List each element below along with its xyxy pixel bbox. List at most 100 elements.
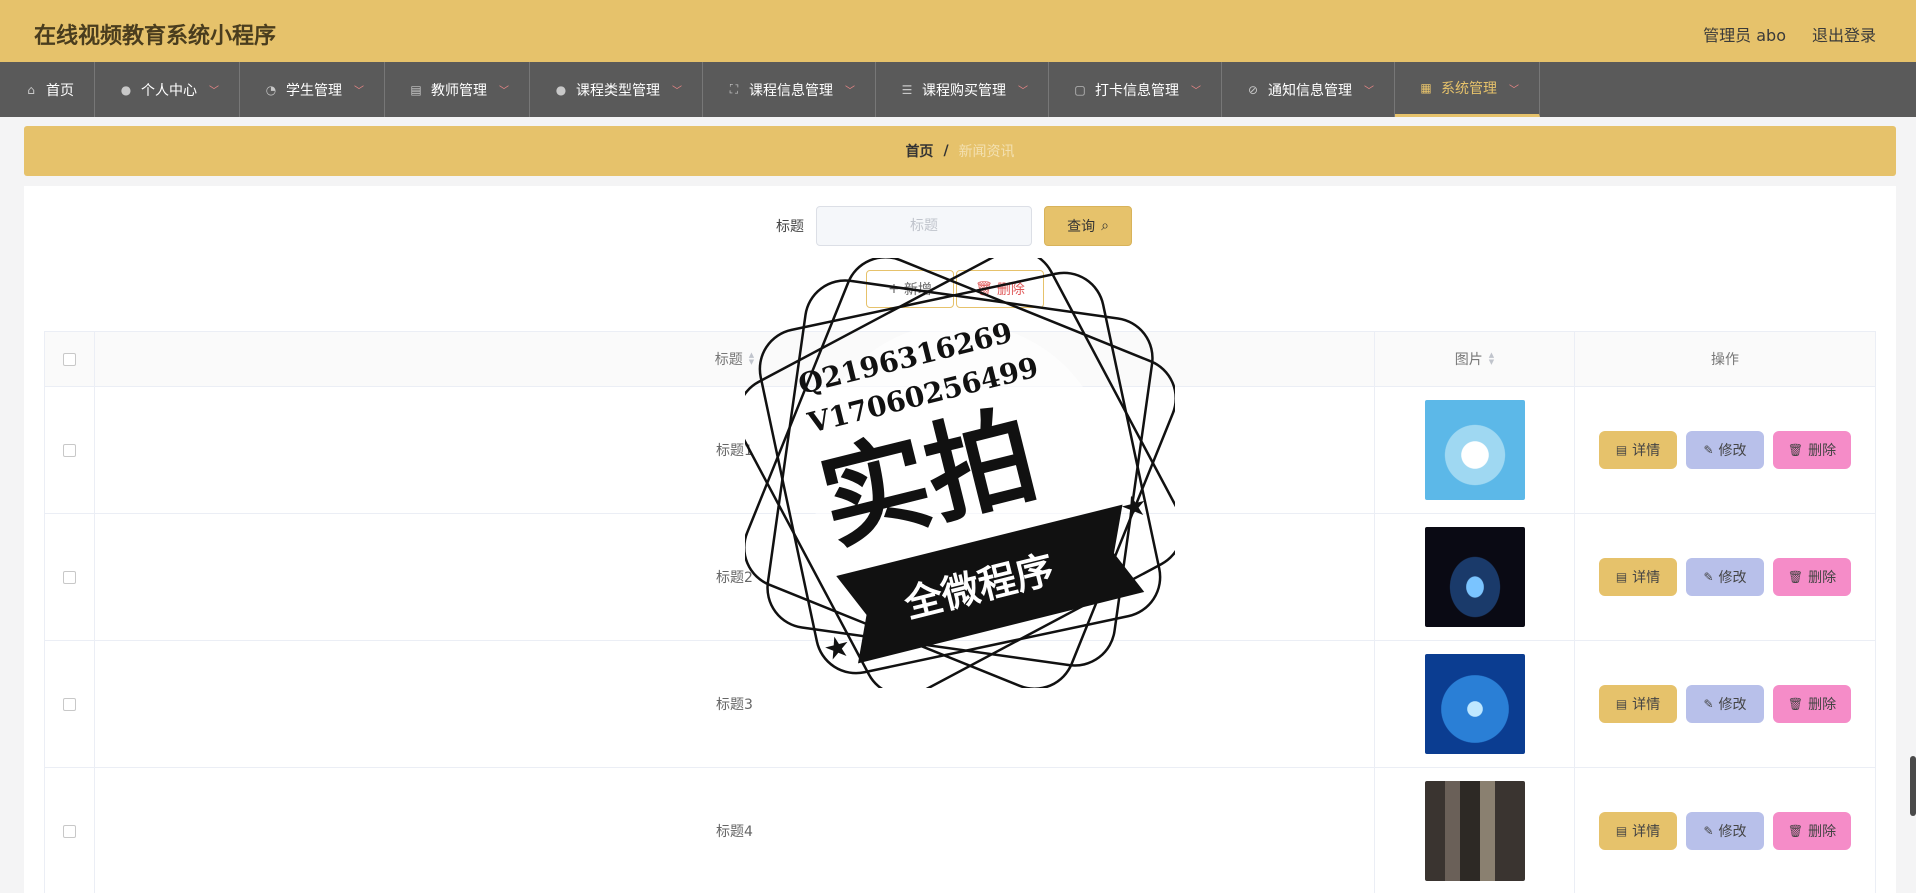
app-title: 在线视频教育系统小程序 xyxy=(34,24,277,49)
news-thumbnail[interactable] xyxy=(1424,400,1525,500)
row-select-cell xyxy=(45,387,95,513)
row-checkbox[interactable] xyxy=(63,443,76,457)
chevron-down-icon: ﹀ xyxy=(672,86,682,97)
edit-button[interactable]: ✎ 修改 xyxy=(1686,431,1764,469)
chevron-down-icon: ﹀ xyxy=(354,86,364,97)
delete-button[interactable]: 🗑 删除 xyxy=(1773,431,1851,469)
nav-item-home[interactable]: ⌂ 首页 xyxy=(0,62,95,117)
delete-button[interactable]: 🗑 删除 xyxy=(1773,812,1851,850)
trash-icon: 🗑 xyxy=(1787,443,1804,457)
chat-icon: ▢ xyxy=(1074,82,1086,97)
gauge-icon: ◔ xyxy=(265,82,277,97)
pencil-icon: ✎ xyxy=(1703,824,1714,838)
edit-button[interactable]: ✎ 修改 xyxy=(1686,558,1764,596)
header-title[interactable]: 标题 ▲ ▼ xyxy=(95,332,1375,386)
chevron-down-icon: ﹀ xyxy=(1364,86,1374,97)
page-scrollbar[interactable] xyxy=(1910,756,1916,816)
row-actions: ▤ 详情 ✎ 修改 🗑 删除 xyxy=(1575,514,1875,640)
pencil-icon: ✎ xyxy=(1703,697,1714,711)
edit-label: 修改 xyxy=(1718,824,1747,840)
chevron-down-icon: ﹀ xyxy=(1191,86,1201,97)
chevron-down-icon: ﹀ xyxy=(845,86,855,97)
trash-icon: 🗑 xyxy=(1787,570,1804,584)
main-nav: ⌂ 首页 ● 个人中心 ﹀ ◔ 学生管理 ﹀ ▤ 教师管理 ﹀ ● 课程类型管理… xyxy=(0,62,1916,117)
table-row: 标题1 ▤ 详情 ✎ 修改 🗑 删除 xyxy=(45,387,1875,514)
news-thumbnail[interactable] xyxy=(1424,781,1525,881)
nav-item-notices[interactable]: ⊘ 通知信息管理 ﹀ xyxy=(1222,62,1395,117)
delete-button[interactable]: 🗑 删除 xyxy=(1773,685,1851,723)
detail-button[interactable]: ▤ 详情 xyxy=(1599,685,1677,723)
header-image-label: 图片 xyxy=(1454,352,1483,368)
nav-item-courses[interactable]: ⛶ 课程信息管理 ﹀ xyxy=(703,62,876,117)
nav-item-profile[interactable]: ● 个人中心 ﹀ xyxy=(95,62,240,117)
row-image-cell xyxy=(1375,387,1575,513)
bulk-actions: + 新增 🗑 删除 xyxy=(866,270,1044,308)
breadcrumb-home[interactable]: 首页 xyxy=(905,141,933,161)
row-checkbox[interactable] xyxy=(63,697,76,711)
bell-off-icon: ⊘ xyxy=(1247,82,1259,97)
detail-label: 详情 xyxy=(1632,824,1661,840)
document-icon: ▤ xyxy=(1615,570,1628,584)
nav-item-teachers[interactable]: ▤ 教师管理 ﹀ xyxy=(385,62,530,117)
row-title: 标题2 xyxy=(95,514,1375,640)
row-select-cell xyxy=(45,514,95,640)
detail-label: 详情 xyxy=(1632,570,1661,586)
delete-button[interactable]: 🗑 删除 xyxy=(1773,558,1851,596)
detail-button[interactable]: ▤ 详情 xyxy=(1599,558,1677,596)
search-icon: ⌕ xyxy=(1101,218,1109,234)
row-image-cell xyxy=(1375,768,1575,893)
nav-item-course-types[interactable]: ● 课程类型管理 ﹀ xyxy=(530,62,703,117)
edit-button[interactable]: ✎ 修改 xyxy=(1686,812,1764,850)
header-ops: 操作 xyxy=(1575,332,1875,386)
nav-label: 课程类型管理 xyxy=(576,82,660,99)
pencil-icon: ✎ xyxy=(1703,443,1714,457)
detail-button[interactable]: ▤ 详情 xyxy=(1599,812,1677,850)
nav-label: 通知信息管理 xyxy=(1268,82,1352,99)
nav-label: 个人中心 xyxy=(141,82,197,99)
delete-label: 删除 xyxy=(996,282,1025,298)
edit-label: 修改 xyxy=(1718,443,1747,459)
news-thumbnail[interactable] xyxy=(1424,527,1525,627)
nav-label: 系统管理 xyxy=(1441,81,1497,97)
bulk-delete-button[interactable]: 🗑 删除 xyxy=(956,270,1044,308)
detail-button[interactable]: ▤ 详情 xyxy=(1599,431,1677,469)
add-button[interactable]: + 新增 xyxy=(866,270,954,308)
edit-label: 修改 xyxy=(1718,570,1747,586)
nav-item-purchases[interactable]: ☰ 课程购买管理 ﹀ xyxy=(876,62,1049,117)
delete-label: 删除 xyxy=(1808,570,1837,586)
chevron-down-icon: ﹀ xyxy=(1509,84,1519,96)
edit-button[interactable]: ✎ 修改 xyxy=(1686,685,1764,723)
row-checkbox[interactable] xyxy=(63,570,76,584)
header-image[interactable]: 图片 ▲ ▼ xyxy=(1375,332,1575,386)
plus-icon: + xyxy=(888,281,900,297)
row-checkbox[interactable] xyxy=(63,824,76,838)
row-title: 标题3 xyxy=(95,641,1375,767)
nav-item-system[interactable]: ▦ 系统管理 ﹀ xyxy=(1395,62,1540,117)
row-select-cell xyxy=(45,641,95,767)
title-search-input[interactable] xyxy=(816,206,1032,246)
header-user-area: 管理员 abo 退出登录 xyxy=(1703,22,1876,46)
table-row: 标题3 ▤ 详情 ✎ 修改 🗑 删除 xyxy=(45,641,1875,768)
trash-icon: 🗑 xyxy=(975,281,993,297)
edit-label: 修改 xyxy=(1718,697,1747,713)
row-image-cell xyxy=(1375,641,1575,767)
query-button[interactable]: 查询 ⌕ xyxy=(1044,206,1132,246)
logout-link[interactable]: 退出登录 xyxy=(1812,22,1876,46)
row-actions: ▤ 详情 ✎ 修改 🗑 删除 xyxy=(1575,768,1875,893)
detail-label: 详情 xyxy=(1632,697,1661,713)
breadcrumb-current: 新闻资讯 xyxy=(958,144,1015,160)
user-icon: ● xyxy=(555,82,567,97)
grid-icon: ▦ xyxy=(1420,81,1432,95)
news-thumbnail[interactable] xyxy=(1424,654,1525,754)
select-all-checkbox[interactable] xyxy=(63,352,76,366)
document-icon: ▤ xyxy=(1615,697,1628,711)
nav-item-checkins[interactable]: ▢ 打卡信息管理 ﹀ xyxy=(1049,62,1222,117)
nav-label: 学生管理 xyxy=(286,82,342,99)
delete-label: 删除 xyxy=(1808,697,1837,713)
row-title: 标题1 xyxy=(95,387,1375,513)
row-actions: ▤ 详情 ✎ 修改 🗑 删除 xyxy=(1575,641,1875,767)
query-label: 查询 xyxy=(1067,219,1096,235)
trash-icon: 🗑 xyxy=(1787,697,1804,711)
add-label: 新增 xyxy=(903,282,932,298)
nav-item-students[interactable]: ◔ 学生管理 ﹀ xyxy=(240,62,385,117)
